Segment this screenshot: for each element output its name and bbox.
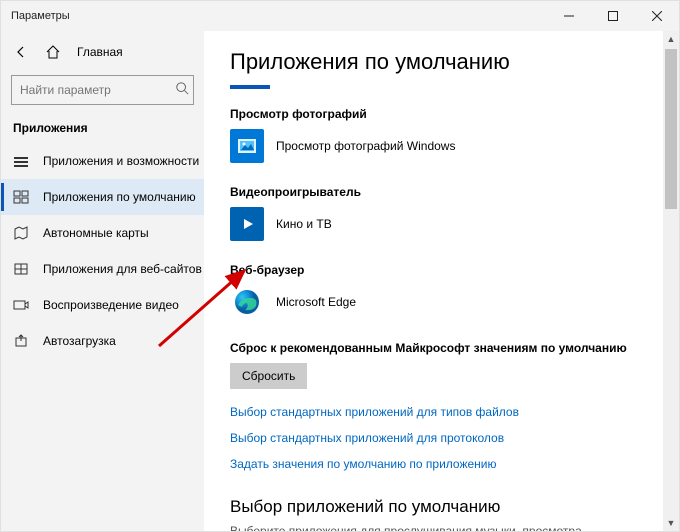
minimize-button[interactable] [547, 1, 591, 31]
category-photo-viewer: Просмотр фотографий Просмотр фотографий … [230, 107, 637, 165]
sidebar-section-label: Приложения [1, 115, 204, 143]
titlebar: Параметры [1, 1, 679, 31]
scroll-region: Приложения по умолчанию Просмотр фотогра… [204, 31, 663, 531]
nav-item-apps-features[interactable]: Приложения и возможности [1, 143, 204, 179]
category-video-player: Видеопроигрыватель Кино и ТВ [230, 185, 637, 243]
nav-item-website-apps[interactable]: Приложения для веб-сайтов [1, 251, 204, 287]
nav-label: Воспроизведение видео [43, 298, 179, 312]
scroll-up-button[interactable]: ▲ [663, 31, 679, 47]
page-title: Приложения по умолчанию [230, 49, 637, 75]
close-button[interactable] [635, 1, 679, 31]
section2-title: Выбор приложений по умолчанию [230, 497, 637, 517]
search-input[interactable] [20, 83, 175, 97]
reset-block: Сброс к рекомендованным Майкрософт значе… [230, 341, 637, 389]
window-title: Параметры [11, 10, 70, 22]
body: Главная Приложения Приложения и возможно… [1, 31, 679, 531]
app-name: Кино и ТВ [276, 217, 332, 231]
home-row[interactable]: Главная [1, 33, 204, 71]
reset-button[interactable]: Сбросить [230, 363, 307, 389]
category-label: Видеопроигрыватель [230, 185, 637, 199]
nav-item-default-apps[interactable]: Приложения по умолчанию [1, 179, 204, 215]
app-row-web-browser[interactable]: Microsoft Edge [230, 283, 550, 321]
app-name: Просмотр фотографий Windows [276, 139, 455, 153]
home-icon [45, 44, 61, 60]
link-file-types[interactable]: Выбор стандартных приложений для типов ф… [230, 405, 637, 419]
apps-features-icon [13, 153, 29, 169]
scrollbar[interactable]: ▲ ▼ [663, 31, 679, 531]
website-apps-icon [13, 261, 29, 277]
category-web-browser: Веб-браузер Microsoft Edge [230, 263, 637, 321]
search-wrap [1, 71, 204, 115]
app-row-photo-viewer[interactable]: Просмотр фотографий Windows [230, 127, 550, 165]
maximize-button[interactable] [591, 1, 635, 31]
back-arrow-icon [13, 44, 29, 60]
link-protocols[interactable]: Выбор стандартных приложений для протоко… [230, 431, 637, 445]
edge-icon [230, 285, 264, 319]
nav-label: Приложения и возможности [43, 154, 199, 168]
sidebar: Главная Приложения Приложения и возможно… [1, 31, 204, 531]
section2-desc: Выберите приложения для прослушивания му… [230, 523, 637, 531]
offline-maps-icon [13, 225, 29, 241]
nav-item-offline-maps[interactable]: Автономные карты [1, 215, 204, 251]
photos-app-icon [230, 129, 264, 163]
content: Приложения по умолчанию Просмотр фотогра… [204, 31, 679, 531]
startup-icon [13, 333, 29, 349]
nav-list: Приложения и возможности Приложения по у… [1, 143, 204, 359]
link-by-app[interactable]: Задать значения по умолчанию по приложен… [230, 457, 637, 471]
movies-tv-icon [230, 207, 264, 241]
nav-item-startup[interactable]: Автозагрузка [1, 323, 204, 359]
accent-bar [230, 85, 270, 89]
scroll-track-space[interactable] [663, 211, 679, 515]
nav-label: Автономные карты [43, 226, 149, 240]
category-label: Веб-браузер [230, 263, 637, 277]
settings-window: Параметры Главная [0, 0, 680, 532]
window-controls [547, 1, 679, 31]
default-apps-icon [13, 189, 29, 205]
search-box[interactable] [11, 75, 194, 105]
nav-label: Приложения по умолчанию [43, 190, 196, 204]
reset-label: Сброс к рекомендованным Майкрософт значе… [230, 341, 637, 355]
category-label: Просмотр фотографий [230, 107, 637, 121]
nav-item-video-playback[interactable]: Воспроизведение видео [1, 287, 204, 323]
video-playback-icon [13, 297, 29, 313]
links: Выбор стандартных приложений для типов ф… [230, 405, 637, 471]
scroll-thumb[interactable] [665, 49, 677, 209]
app-row-video-player[interactable]: Кино и ТВ [230, 205, 550, 243]
search-icon [175, 81, 189, 100]
app-name: Microsoft Edge [276, 295, 356, 309]
nav-label: Приложения для веб-сайтов [43, 262, 202, 276]
nav-label: Автозагрузка [43, 334, 116, 348]
home-label: Главная [77, 45, 123, 59]
scroll-down-button[interactable]: ▼ [663, 515, 679, 531]
